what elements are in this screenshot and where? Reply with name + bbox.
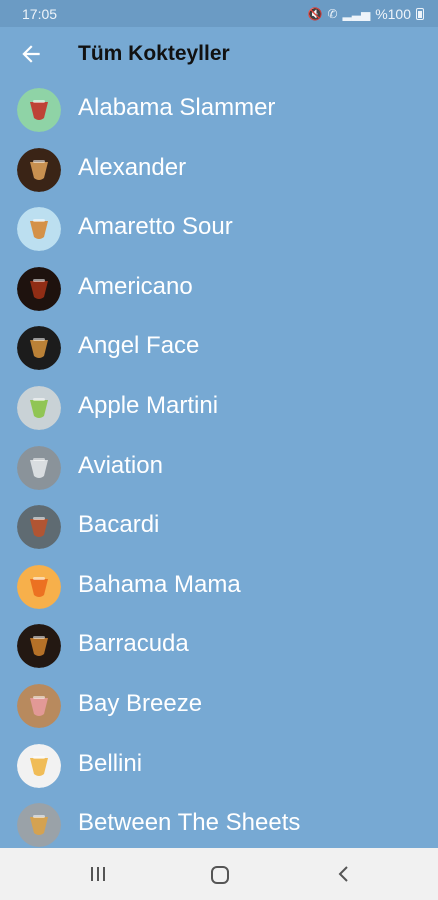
cocktail-list: Alabama Slammer Alexander Amaretto Sour Ame… <box>0 84 438 859</box>
cocktail-thumbnail <box>17 683 61 728</box>
cocktail-thumbnail <box>17 803 61 848</box>
status-time: 17:05 <box>22 5 58 22</box>
list-item[interactable]: Aviation <box>0 442 438 502</box>
list-item[interactable]: Bellini <box>0 740 438 800</box>
list-item[interactable]: Angel Face <box>0 322 438 382</box>
cocktail-name: Barracuda <box>78 630 189 658</box>
recent-apps-icon[interactable] <box>88 864 108 884</box>
cocktail-thumbnail <box>17 147 61 192</box>
cocktail-name: Angel Face <box>78 332 200 360</box>
cocktail-name: Apple Martini <box>78 391 219 419</box>
status-icons: 🔇 ✆ ▂▃▅ %100 <box>307 6 424 22</box>
cocktail-thumbnail <box>17 207 61 252</box>
cocktail-name: Bahama Mama <box>78 570 241 598</box>
page-title: Tüm Kokteyller <box>78 42 230 65</box>
list-item[interactable]: Americano <box>0 263 438 323</box>
list-item[interactable]: Barracuda <box>0 620 438 680</box>
battery-percent: %100 <box>375 5 411 22</box>
home-icon[interactable] <box>209 864 231 886</box>
cocktail-thumbnail <box>17 743 61 788</box>
signal-icon: ▂▃▅ <box>342 6 371 21</box>
cocktail-thumbnail <box>17 385 61 430</box>
cocktail-name: Between The Sheets <box>78 809 301 837</box>
cocktail-name: Americano <box>78 272 193 300</box>
status-bar: 17:05 🔇 ✆ ▂▃▅ %100 <box>0 0 438 27</box>
wifi-calling-icon: ✆ <box>327 6 338 21</box>
cocktail-thumbnail <box>17 624 61 669</box>
cocktail-thumbnail <box>17 326 61 371</box>
cocktail-name: Alexander <box>78 153 187 181</box>
cocktail-thumbnail <box>17 564 61 609</box>
cocktail-name: Bacardi <box>78 511 160 539</box>
battery-icon <box>416 7 424 20</box>
cocktail-name: Aviation <box>78 451 163 479</box>
cocktail-thumbnail <box>17 88 61 132</box>
list-item[interactable]: Apple Martini <box>0 382 438 442</box>
cocktail-name: Alabama Slammer <box>78 94 276 121</box>
cocktail-name: Amaretto Sour <box>78 213 233 241</box>
list-item[interactable]: Bay Breeze <box>0 680 438 740</box>
cocktail-thumbnail <box>17 266 61 311</box>
cocktail-name: Bellini <box>78 749 143 777</box>
cocktail-thumbnail <box>17 505 61 550</box>
list-item[interactable]: Bacardi <box>0 501 438 561</box>
list-item[interactable]: Amaretto Sour <box>0 203 438 263</box>
app-bar: Tüm Kokteyller <box>0 27 438 83</box>
list-item[interactable]: Bahama Mama <box>0 561 438 621</box>
navigation-bar <box>0 848 438 900</box>
back-arrow-icon[interactable] <box>18 41 44 67</box>
mute-icon: 🔇 <box>307 6 323 21</box>
list-item[interactable]: Alabama Slammer <box>0 84 438 144</box>
list-item[interactable]: Alexander <box>0 144 438 204</box>
cocktail-thumbnail <box>17 445 61 490</box>
cocktail-name: Bay Breeze <box>78 689 203 717</box>
back-nav-icon[interactable] <box>334 864 354 884</box>
